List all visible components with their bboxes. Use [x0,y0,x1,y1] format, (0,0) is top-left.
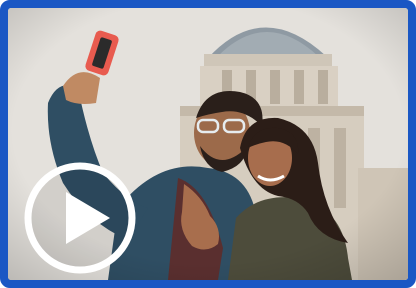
video-thumbnail[interactable] [8,8,408,280]
play-icon [24,162,136,274]
play-button[interactable] [22,160,138,276]
video-card[interactable] [0,0,416,288]
